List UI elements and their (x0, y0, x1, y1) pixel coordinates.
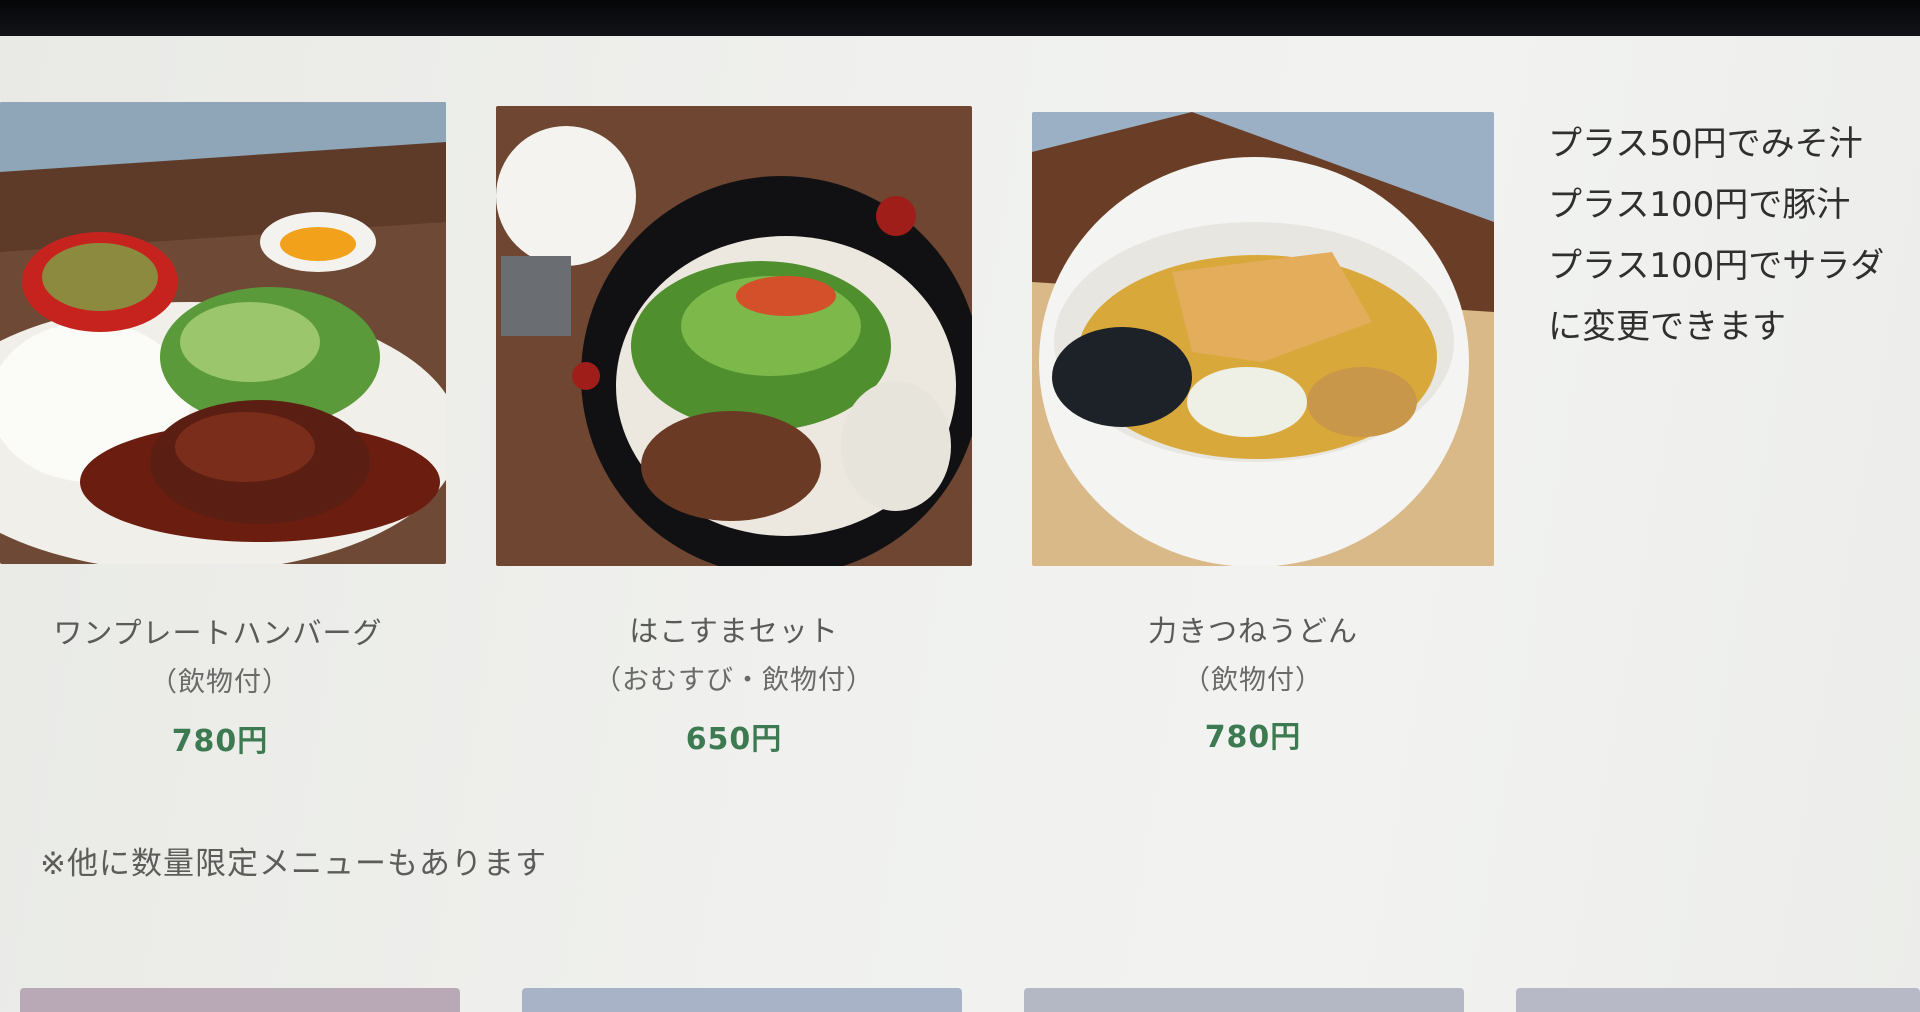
dish-note: （おむすび・飲物付） (594, 665, 874, 696)
menu-card-hakosuma-set[interactable]: はこすまセット （おむすび・飲物付） 650円 (492, 36, 988, 757)
next-row-photo-3[interactable] (1024, 988, 1464, 1012)
dish-price: 650円 (685, 722, 783, 757)
option-line-miso: プラス50円でみそ汁 (1548, 124, 1863, 164)
dish-note: （飲物付） (1183, 665, 1323, 696)
option-line-change: に変更できます (1548, 307, 1786, 347)
dish-name: はこすまセット (629, 614, 839, 648)
menu-card-hamburg[interactable]: ワンプレートハンバーグ （飲物付） 780円 (0, 36, 446, 759)
dish-name: 力きつねうどん (1147, 614, 1358, 648)
option-line-tonjiru: プラス100円で豚汁 (1548, 185, 1851, 225)
menu-card-kitsune-udon[interactable]: 力きつねうどん （飲物付） 780円 (1030, 36, 1500, 756)
udon-set-photo (496, 106, 972, 566)
dish-name: ワンプレートハンバーグ (53, 616, 383, 650)
dish-note: （飲物付） (150, 667, 290, 698)
next-row-photo-4[interactable] (1516, 988, 1920, 1012)
kitsune-udon-photo (1032, 112, 1494, 566)
dish-price: 780円 (171, 724, 269, 759)
limited-menu-note: ※他に数量限定メニューもあります (40, 846, 547, 882)
menu-page: ワンプレートハンバーグ （飲物付） 780円 はこすまセット （おむすび・飲物付… (0, 36, 1920, 1012)
next-row-photo-2[interactable] (522, 988, 962, 1012)
hamburg-photo (0, 102, 446, 564)
next-row-photo-1[interactable] (20, 988, 460, 1012)
option-line-salad: プラス100円でサラダ (1548, 246, 1885, 286)
dish-price: 780円 (1204, 720, 1302, 755)
option-note: プラス50円でみそ汁 プラス100円で豚汁 プラス100円でサラダ に変更できま… (1548, 114, 1908, 358)
